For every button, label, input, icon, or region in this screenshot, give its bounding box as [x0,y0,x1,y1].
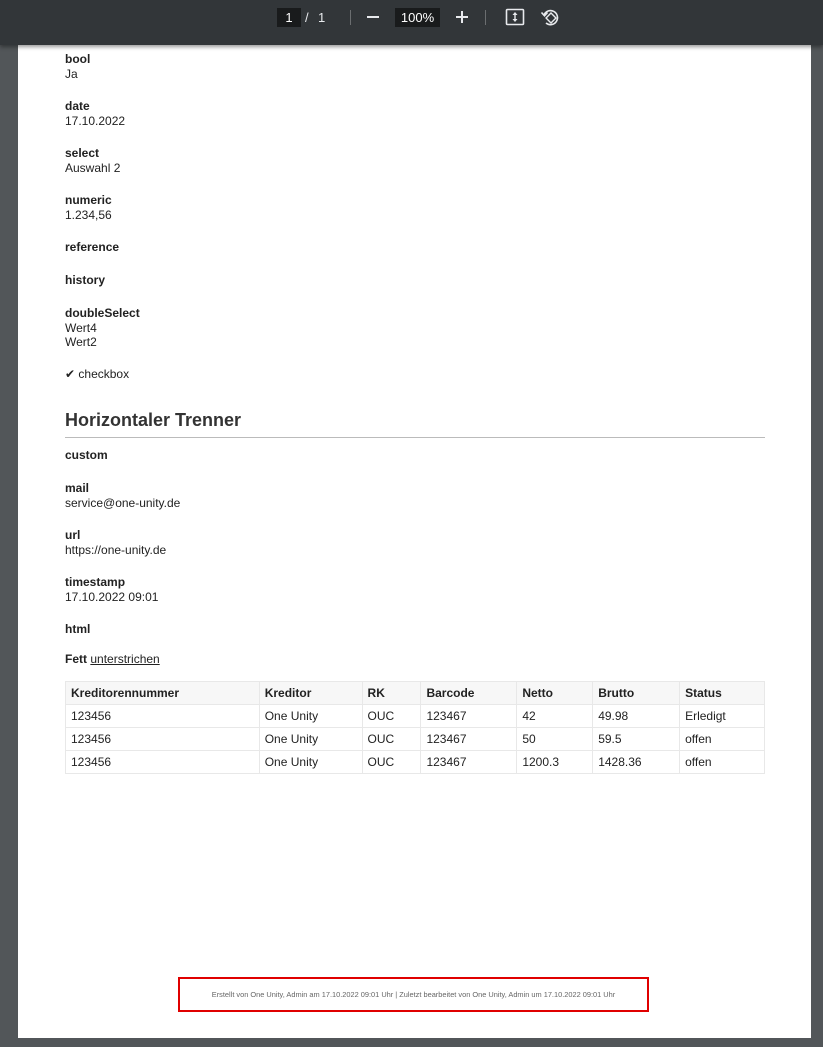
field-date: date 17.10.2022 [65,98,125,128]
fit-page-icon[interactable] [505,8,525,27]
checkmark-icon: ✔ [65,367,76,381]
field-label: bool [65,52,91,66]
table-header-row: Kreditorennummer Kreditor RK Barcode Net… [65,681,765,705]
zoom-level-input[interactable]: 100% [395,8,440,27]
field-value: https://one-unity.de [65,543,167,557]
field-label: select [65,146,100,160]
column-header: Brutto [592,681,681,705]
page-total: 1 [318,10,326,25]
field-label: custom [65,448,108,462]
field-label: doubleSelect [65,306,140,320]
table-cell: 123467 [420,750,518,774]
table-cell: OUC [361,750,422,774]
table-cell: Erledigt [679,704,765,728]
table-cell: 1200.3 [516,750,594,774]
field-label: html [65,622,91,636]
html-content: Fett unterstrichen [65,651,160,667]
field-value: Ja [65,67,78,81]
field-html: html [65,621,90,637]
field-mail: mail service@one-unity.de [65,480,180,510]
field-value: 17.10.2022 [65,114,126,128]
table-cell: OUC [361,704,422,728]
table-row: 123456 One Unity OUC 123467 50 59.5 offe… [65,727,765,751]
column-header: Kreditor [258,681,363,705]
field-value: service@one-unity.de [65,496,181,510]
column-header: Kreditorennummer [65,681,260,705]
table-cell: 49.98 [592,704,681,728]
section-heading: Horizontaler Trenner [65,410,242,430]
toolbar-divider [350,10,351,25]
column-header: Netto [516,681,594,705]
table-cell: offen [679,750,765,774]
horizontal-divider [65,437,765,438]
zoom-out-icon[interactable] [363,6,383,28]
pdf-page: bool Ja date 17.10.2022 select Auswahl 2… [18,45,811,1038]
field-value: Auswahl 2 [65,161,121,175]
field-url: url https://one-unity.de [65,527,166,557]
field-select: select Auswahl 2 [65,145,120,175]
table-cell: 59.5 [592,727,681,751]
field-reference: reference [65,239,119,255]
table-cell: OUC [361,727,422,751]
page-separator: / [305,10,309,25]
column-header: Status [679,681,765,705]
page-number-input[interactable]: 1 [277,8,301,27]
checkbox-label: checkbox [78,367,130,381]
table-cell: 50 [516,727,594,751]
table-cell: 1428.36 [592,750,681,774]
field-value: Wert4 [65,321,97,335]
field-history: history [65,272,105,288]
table-cell: 123456 [65,704,260,728]
column-header: RK [361,681,422,705]
table-cell: One Unity [258,727,363,751]
field-label: reference [65,240,120,254]
table-cell: 123456 [65,750,260,774]
field-value: Wert2 [65,335,97,349]
underlined-text: unterstrichen [90,652,160,666]
bold-text: Fett [65,652,87,666]
field-label: history [65,273,106,287]
table-row: 123456 One Unity OUC 123467 42 49.98 Erl… [65,704,765,728]
field-numeric: numeric 1.234,56 [65,192,112,222]
table-row: 123456 One Unity OUC 123467 1200.3 1428.… [65,750,765,774]
pdf-toolbar: 1 / 1 100% [0,0,823,45]
field-timestamp: timestamp 17.10.2022 09:01 [65,574,158,604]
table-cell: offen [679,727,765,751]
table-cell: One Unity [258,704,363,728]
checkbox-field: ✔ checkbox [65,366,129,382]
field-value: 17.10.2022 09:01 [65,590,159,604]
column-header: Barcode [420,681,518,705]
table-cell: 123467 [420,727,518,751]
rotate-icon[interactable] [540,7,561,28]
toolbar-divider [485,10,486,25]
document-footer: Erstellt von One Unity, Admin am 17.10.2… [178,977,649,1012]
table-cell: 123467 [420,704,518,728]
field-custom: custom [65,447,108,463]
field-value: 1.234,56 [65,208,112,222]
table-cell: 42 [516,704,594,728]
field-label: mail [65,481,90,495]
footer-text: Erstellt von One Unity, Admin am 17.10.2… [211,990,616,999]
field-doubleselect: doubleSelect Wert4 Wert2 [65,305,140,349]
table-cell: One Unity [258,750,363,774]
field-bool: bool Ja [65,51,90,81]
zoom-in-icon[interactable] [452,6,472,28]
field-label: numeric [65,193,112,207]
field-label: url [65,528,81,542]
invoice-table: Kreditorennummer Kreditor RK Barcode Net… [65,681,765,774]
field-label: date [65,99,90,113]
table-cell: 123456 [65,727,260,751]
field-label: timestamp [65,575,126,589]
